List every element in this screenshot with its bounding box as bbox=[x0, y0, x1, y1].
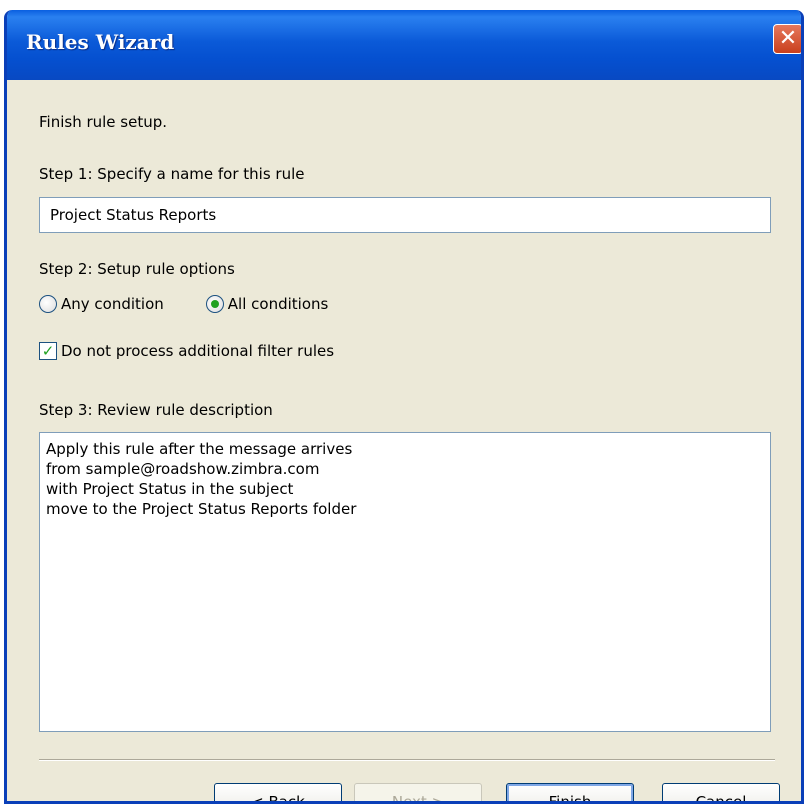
rule-description-line: Apply this rule after the message arrive… bbox=[46, 440, 353, 458]
radio-button-icon[interactable] bbox=[39, 295, 57, 313]
step1-label: Step 1: Specify a name for this rule bbox=[39, 165, 305, 183]
finish-button[interactable]: Finish bbox=[506, 783, 634, 801]
no-additional-rules-checkbox-row[interactable]: ✓ Do not process additional filter rules bbox=[39, 342, 334, 360]
back-button[interactable]: < Back bbox=[214, 783, 342, 801]
checkbox-checked-icon[interactable]: ✓ bbox=[39, 342, 57, 360]
no-additional-rules-label[interactable]: Do not process additional filter rules bbox=[61, 342, 334, 360]
radio-dot-icon bbox=[210, 300, 219, 308]
dialog-content: Finish rule setup. Step 1: Specify a nam… bbox=[7, 80, 801, 801]
rule-name-input[interactable] bbox=[39, 197, 771, 233]
rules-wizard-dialog: Rules Wizard ✕ Finish rule setup. Step 1… bbox=[4, 10, 804, 804]
title-bar[interactable]: Rules Wizard ✕ bbox=[7, 10, 801, 80]
close-button[interactable]: ✕ bbox=[773, 24, 801, 54]
radio-all-conditions-label[interactable]: All conditions bbox=[228, 295, 329, 313]
window-title: Rules Wizard bbox=[26, 30, 175, 54]
radio-button-selected-icon[interactable] bbox=[205, 295, 224, 313]
next-button[interactable]: Next > bbox=[354, 783, 482, 801]
rule-description-box[interactable]: Apply this rule after the message arrive… bbox=[39, 432, 771, 732]
button-separator bbox=[39, 759, 775, 761]
radio-any-condition[interactable]: Any condition bbox=[39, 295, 164, 313]
step3-label: Step 3: Review rule description bbox=[39, 401, 273, 419]
radio-all-conditions[interactable]: All conditions bbox=[205, 295, 329, 313]
condition-radio-group: Any condition All conditions bbox=[39, 295, 328, 313]
close-icon: ✕ bbox=[778, 26, 798, 51]
cancel-button[interactable]: Cancel bbox=[662, 783, 780, 801]
rule-description-line: move to the Project Status Reports folde… bbox=[46, 500, 357, 518]
radio-any-condition-label[interactable]: Any condition bbox=[61, 295, 164, 313]
rule-description-line: with Project Status in the subject bbox=[46, 480, 294, 498]
rule-description-line: from sample@roadshow.zimbra.com bbox=[46, 460, 320, 478]
wizard-heading: Finish rule setup. bbox=[39, 113, 168, 131]
step2-label: Step 2: Setup rule options bbox=[39, 260, 235, 278]
